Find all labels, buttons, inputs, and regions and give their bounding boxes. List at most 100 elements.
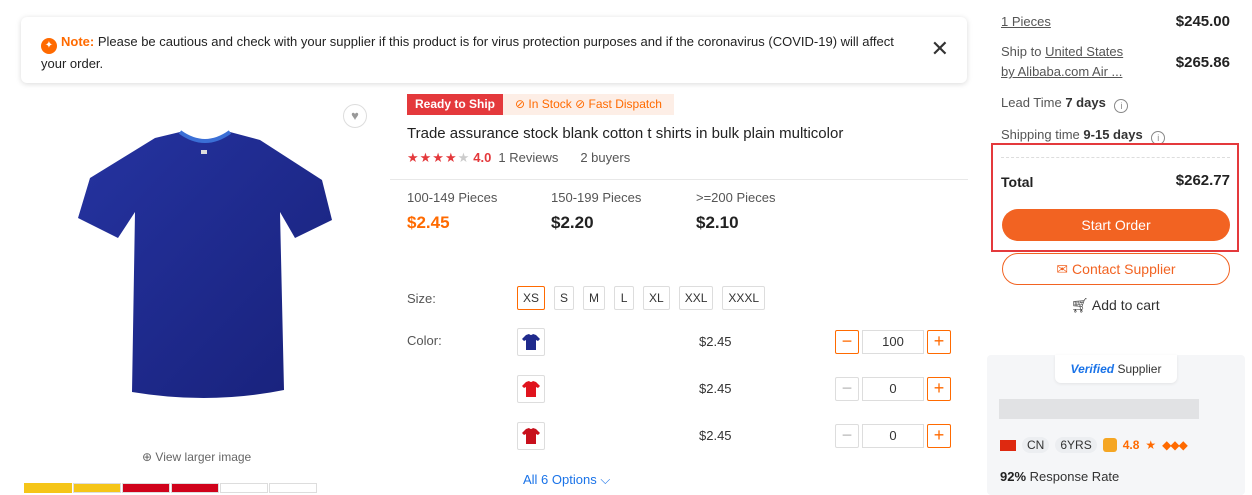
- gold-supplier-icon: [1102, 438, 1117, 452]
- shipping-time-label: Shipping time: [1001, 127, 1080, 142]
- zoom-icon: ⊕: [142, 450, 153, 464]
- ship-to-label: Ship to: [1001, 44, 1042, 59]
- size-label: Size:: [407, 291, 436, 306]
- note-text: Please be cautious and check with your s…: [41, 34, 894, 71]
- contact-supplier-label: Contact Supplier: [1072, 261, 1176, 277]
- total-row: Total $262.77: [1001, 172, 1230, 192]
- size-option-s[interactable]: S: [554, 286, 575, 310]
- color-row: $2.45 − 0 +: [517, 422, 951, 450]
- note-label: Note:: [61, 34, 95, 49]
- shipping-time-row: Shipping time 9-15 days i: [1001, 125, 1230, 145]
- decrement-button[interactable]: −: [835, 330, 859, 354]
- reviews-link[interactable]: 1 Reviews: [498, 150, 558, 165]
- pieces-link[interactable]: 1 Pieces: [1001, 14, 1051, 29]
- ship-row: Ship to United States by Alibaba.com Air…: [1001, 42, 1230, 82]
- response-rate-label: Response Rate: [1029, 469, 1120, 484]
- increment-button[interactable]: +: [927, 377, 951, 401]
- check-circle-icon: ⊘: [575, 97, 586, 111]
- pieces-row: 1 Pieces $245.00: [1001, 12, 1230, 32]
- tier-price: $2.20: [551, 213, 594, 232]
- tier-price: $2.45: [407, 213, 450, 232]
- color-swatch[interactable]: [517, 422, 545, 450]
- all-options-link[interactable]: All 6 Options ⌵: [523, 472, 610, 488]
- tier-quantity: >=200 Pieces: [696, 190, 776, 205]
- add-to-cart-button[interactable]: 🛒︎ Add to cart: [1071, 297, 1160, 314]
- thumbnail[interactable]: [73, 483, 121, 493]
- quantity-input[interactable]: 0: [862, 424, 924, 448]
- size-option-xxxl[interactable]: XXXL: [722, 286, 766, 310]
- quantity-stepper: − 100 +: [835, 330, 951, 354]
- fast-dispatch-label: Fast Dispatch: [588, 97, 662, 111]
- supplier-name-blurred[interactable]: [999, 399, 1199, 419]
- ready-to-ship-tag: Ready to Ship: [407, 94, 504, 115]
- view-larger-image-link[interactable]: ⊕ View larger image: [142, 450, 251, 464]
- lightbulb-icon: ✦: [41, 38, 57, 54]
- color-price: $2.45: [699, 334, 732, 349]
- buyers-count: 2 buyers: [580, 150, 631, 165]
- color-price: $2.45: [699, 381, 732, 396]
- size-option-l[interactable]: L: [614, 286, 635, 310]
- size-options: XS S M L XL XXL XXXL: [517, 286, 766, 310]
- decrement-button[interactable]: −: [835, 424, 859, 448]
- increment-button[interactable]: +: [927, 424, 951, 448]
- quantity-stepper: − 0 +: [835, 424, 951, 448]
- lead-time-row: Lead Time 7 days i: [1001, 93, 1230, 113]
- years-badge: 6YRS: [1055, 437, 1097, 453]
- pieces-price: $245.00: [1175, 13, 1230, 30]
- chevron-down-icon: ⌵: [600, 472, 611, 487]
- ship-to-link[interactable]: United States: [1045, 44, 1123, 59]
- supplier-meta: CN 6YRS 4.8 ★ ◆◆◆: [1000, 437, 1188, 453]
- china-flag-icon: [1000, 439, 1016, 451]
- star-icon: ★: [1145, 438, 1157, 452]
- thumbnail[interactable]: [24, 483, 72, 493]
- ship-price: $265.86: [1175, 54, 1230, 71]
- total-price: $262.77: [1175, 172, 1230, 189]
- thumbnail[interactable]: [171, 483, 219, 493]
- divider: [390, 179, 968, 180]
- quantity-stepper: − 0 +: [835, 377, 951, 401]
- total-label: Total: [1001, 174, 1034, 190]
- covid-note-banner: ✦ Note: Please be cautious and check with…: [21, 17, 967, 83]
- check-circle-icon: ⊘: [515, 97, 526, 111]
- size-option-xs[interactable]: XS: [517, 286, 546, 310]
- verified-label: Verified: [1070, 362, 1115, 376]
- supplier-card: Verified Supplier CN 6YRS 4.8 ★ ◆◆◆ 92% …: [987, 355, 1245, 495]
- star-rating-icon: ★★★★★: [407, 150, 471, 165]
- size-option-m[interactable]: M: [583, 286, 606, 310]
- verified-suffix: Supplier: [1117, 362, 1162, 376]
- increment-button[interactable]: +: [927, 330, 951, 354]
- product-title: Trade assurance stock blank cotton t shi…: [407, 125, 844, 142]
- thumbnail[interactable]: [220, 483, 268, 493]
- decrement-button[interactable]: −: [835, 377, 859, 401]
- tier-quantity: 100-149 Pieces: [407, 190, 498, 205]
- size-option-xxl[interactable]: XXL: [678, 286, 714, 310]
- favorite-heart-icon[interactable]: ♥: [343, 104, 367, 128]
- contact-supplier-button[interactable]: ✉ Contact Supplier: [1002, 253, 1230, 285]
- supplier-score: 4.8: [1122, 438, 1140, 452]
- envelope-icon: ✉: [1056, 261, 1069, 277]
- quantity-input[interactable]: 0: [862, 377, 924, 401]
- divider: [1001, 157, 1230, 158]
- cart-icon: 🛒︎: [1071, 297, 1089, 313]
- color-swatch[interactable]: [517, 375, 545, 403]
- thumbnail[interactable]: [122, 483, 170, 493]
- info-icon[interactable]: i: [1114, 99, 1129, 113]
- quantity-input[interactable]: 100: [862, 330, 924, 354]
- product-main-image[interactable]: [60, 120, 350, 420]
- price-tier: 150-199 Pieces $2.20: [551, 190, 641, 233]
- color-row: $2.45 − 100 +: [517, 328, 951, 356]
- view-larger-label: View larger image: [155, 450, 252, 464]
- tier-price: $2.10: [696, 213, 739, 232]
- all-options-label: All 6 Options: [523, 472, 597, 487]
- response-rate: 92% Response Rate: [1000, 469, 1119, 484]
- size-option-xl[interactable]: XL: [643, 286, 670, 310]
- add-to-cart-label: Add to cart: [1091, 297, 1160, 313]
- stock-tag: ⊘ In Stock ⊘ Fast Dispatch: [503, 94, 674, 115]
- thumbnail[interactable]: [269, 483, 317, 493]
- rating-row: ★★★★★ 4.0 1 Reviews 2 buyers: [407, 150, 630, 166]
- close-icon[interactable]: ✕: [931, 38, 949, 60]
- color-price: $2.45: [699, 428, 732, 443]
- price-tier: >=200 Pieces $2.10: [696, 190, 776, 233]
- color-swatch[interactable]: [517, 328, 545, 356]
- start-order-button[interactable]: Start Order: [1002, 209, 1230, 241]
